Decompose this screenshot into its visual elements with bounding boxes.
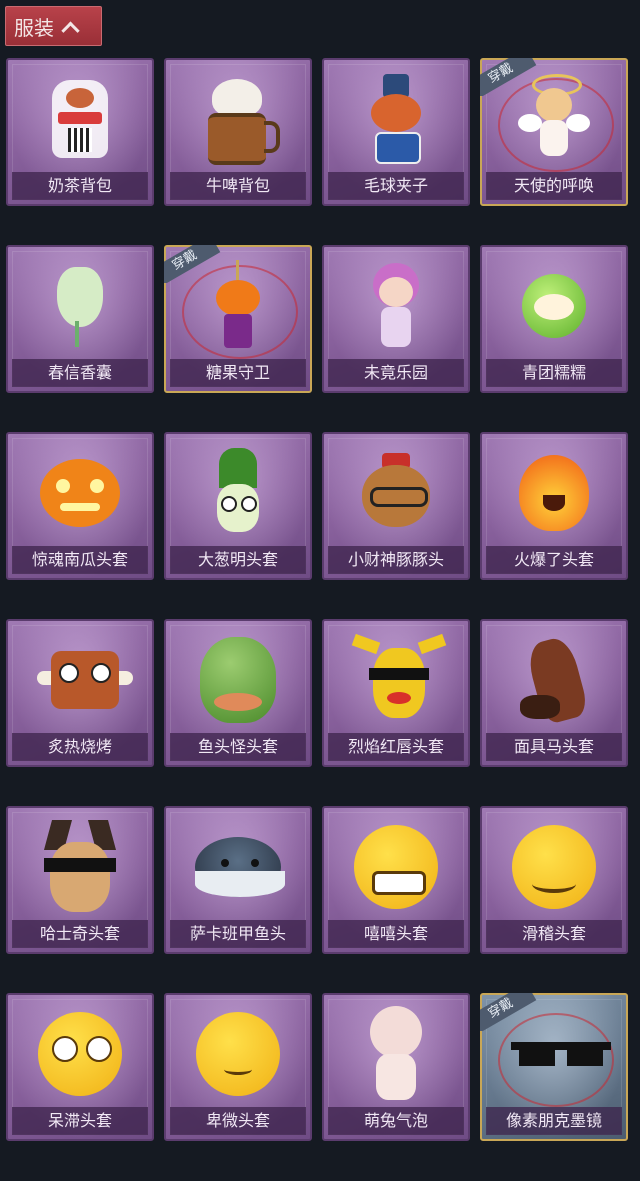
fish-creature-head-icon	[195, 818, 285, 916]
costume-item-label: 像素朋克墨镜	[486, 1107, 622, 1135]
bubble-head-icon	[353, 1005, 439, 1103]
costume-item-card[interactable]: 穿戴 像素朋克墨镜	[480, 993, 628, 1141]
doll-icon	[353, 257, 439, 355]
costume-item-label: 惊魂南瓜头套	[12, 546, 148, 574]
costume-item-label: 面具马头套	[486, 733, 622, 761]
raccoon-drummer-clip-icon	[353, 70, 439, 168]
costume-item-label: 萌兔气泡	[328, 1107, 464, 1135]
costume-item-label: 未竟乐园	[328, 359, 464, 387]
fish-head-icon	[195, 631, 281, 729]
shy-emoji-head-icon	[195, 1005, 281, 1103]
costume-item-card[interactable]: 卑微头套	[164, 993, 312, 1141]
costume-item-label: 火爆了头套	[486, 546, 622, 574]
costume-item-label: 牛啤背包	[170, 172, 306, 200]
costume-item-label: 小财神豚豚头	[328, 546, 464, 574]
meat-head-icon	[37, 631, 133, 729]
milk-tea-backpack-icon	[37, 70, 123, 168]
costume-item-label: 大葱明头套	[170, 546, 306, 574]
costume-item-label: 天使的呼唤	[486, 172, 622, 200]
sachet-icon	[37, 257, 123, 355]
costume-item-card[interactable]: 春信香囊	[6, 245, 154, 393]
scallion-head-icon	[195, 444, 281, 542]
costume-item-card[interactable]: 哈士奇头套	[6, 806, 154, 954]
costume-item-card[interactable]: 鱼头怪头套	[164, 619, 312, 767]
costume-item-label: 糖果守卫	[170, 359, 306, 387]
costume-item-card[interactable]: 青团糯糯	[480, 245, 628, 393]
yellow-mouse-head-icon	[351, 631, 447, 729]
costume-item-card[interactable]: 小财神豚豚头	[322, 432, 470, 580]
costume-item-label: 卑微头套	[170, 1107, 306, 1135]
costume-item-card[interactable]: 萌兔气泡	[322, 993, 470, 1141]
costume-item-card[interactable]: 炙热烧烤	[6, 619, 154, 767]
costume-item-card[interactable]: 大葱明头套	[164, 432, 312, 580]
category-tab-label: 服装	[14, 15, 54, 40]
item-grid: 奶茶背包 牛啤背包 毛球夹子 穿戴 天使的呼唤春信香囊 穿戴 糖果守卫 未竟乐园 青团糯糯惊魂南…	[6, 58, 634, 1141]
smirk-emoji-head-icon	[511, 818, 597, 916]
costume-item-label: 烈焰红唇头套	[328, 733, 464, 761]
costume-item-card[interactable]: 穿戴 糖果守卫	[164, 245, 312, 393]
costume-item-card[interactable]: 萨卡班甲鱼头	[164, 806, 312, 954]
costume-item-label: 奶茶背包	[12, 172, 148, 200]
costume-item-label: 春信香囊	[12, 359, 148, 387]
costume-item-card[interactable]: 呆滞头套	[6, 993, 154, 1141]
category-tab-costume[interactable]: 服装	[5, 6, 102, 46]
dazed-emoji-head-icon	[37, 1005, 123, 1103]
costume-item-label: 炙热烧烤	[12, 733, 148, 761]
husky-head-icon	[37, 818, 123, 916]
costume-item-card[interactable]: 穿戴 天使的呼唤	[480, 58, 628, 206]
costume-item-label: 滑稽头套	[486, 920, 622, 948]
costume-item-card[interactable]: 奶茶背包	[6, 58, 154, 206]
costume-item-label: 鱼头怪头套	[170, 733, 306, 761]
fire-head-icon	[511, 444, 597, 542]
costume-item-card[interactable]: 滑稽头套	[480, 806, 628, 954]
costume-item-card[interactable]: 牛啤背包	[164, 58, 312, 206]
costume-item-card[interactable]: 惊魂南瓜头套	[6, 432, 154, 580]
green-rice-ball-icon	[511, 257, 597, 355]
costume-item-card[interactable]: 面具马头套	[480, 619, 628, 767]
costume-item-card[interactable]: 火爆了头套	[480, 432, 628, 580]
costume-item-label: 呆滞头套	[12, 1107, 148, 1135]
horse-head-icon	[511, 631, 597, 729]
beer-barrel-backpack-icon	[195, 70, 281, 168]
pumpkin-head-icon	[37, 444, 123, 542]
costume-item-card[interactable]: 毛球夹子	[322, 58, 470, 206]
costume-item-card[interactable]: 烈焰红唇头套	[322, 619, 470, 767]
costume-item-label: 哈士奇头套	[12, 920, 148, 948]
costume-item-label: 青团糯糯	[486, 359, 622, 387]
chevron-up-icon	[61, 21, 80, 40]
costume-item-card[interactable]: 嘻嘻头套	[322, 806, 470, 954]
angel-icon	[511, 70, 597, 168]
pumpkin-scarecrow-icon	[195, 257, 281, 355]
costume-item-label: 毛球夹子	[328, 172, 464, 200]
costume-item-label: 嘻嘻头套	[328, 920, 464, 948]
grin-emoji-head-icon	[353, 818, 439, 916]
costume-item-label: 萨卡班甲鱼头	[170, 920, 306, 948]
costume-item-card[interactable]: 未竟乐园	[322, 245, 470, 393]
capybara-head-icon	[353, 444, 439, 542]
pixel-sunglasses-icon	[511, 1005, 611, 1103]
